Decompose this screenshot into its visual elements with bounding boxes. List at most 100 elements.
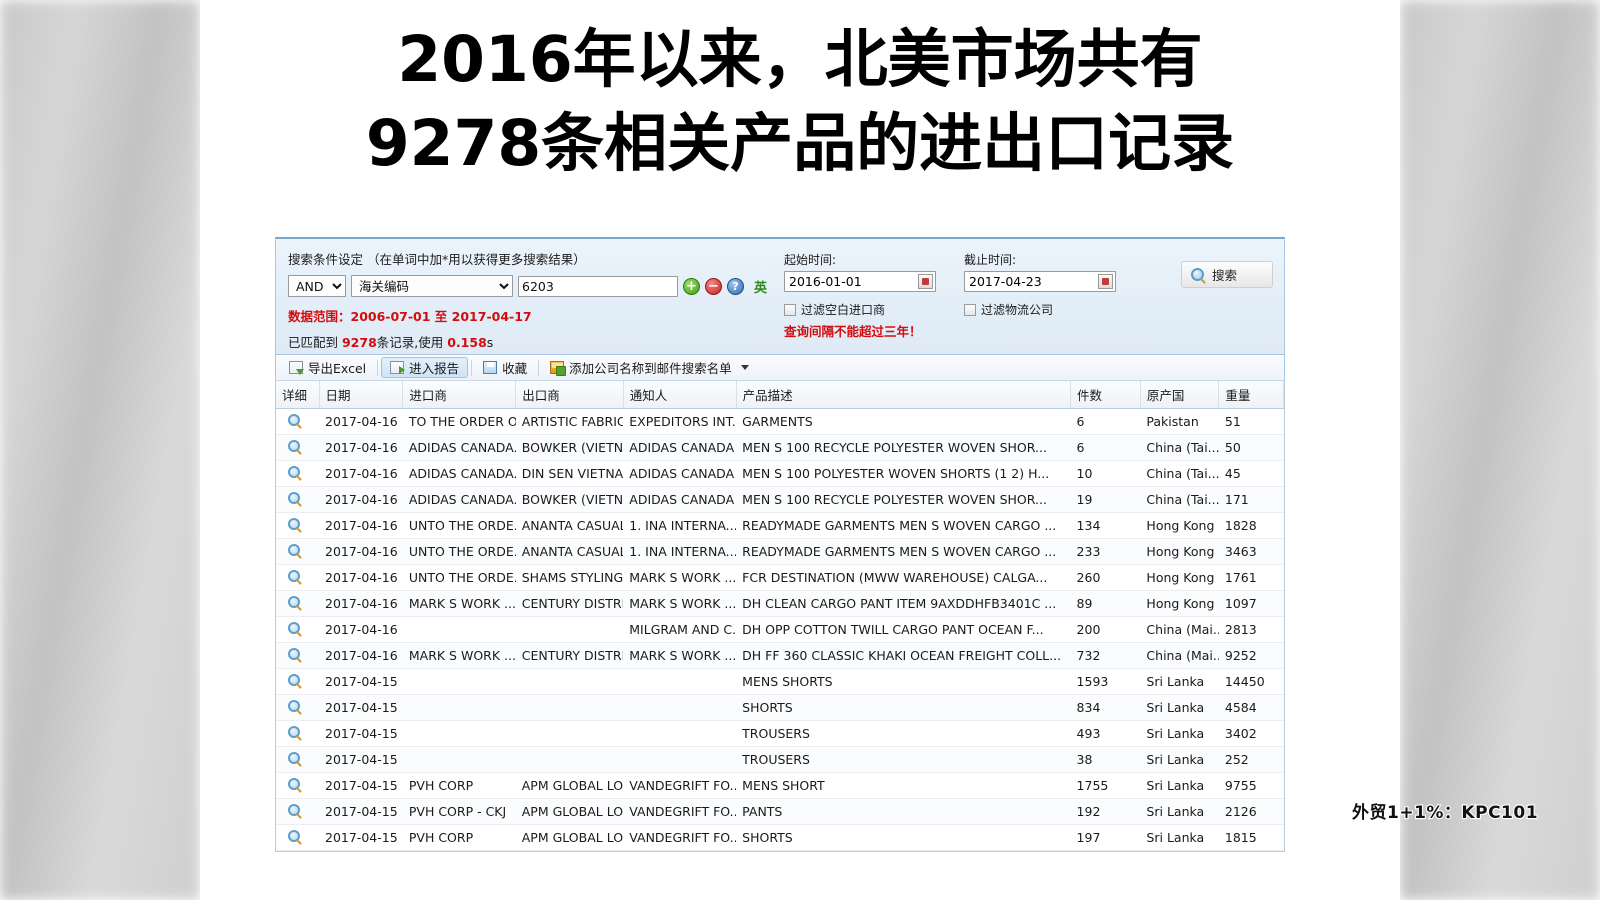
favorite-button[interactable]: 收藏 [475, 357, 535, 378]
filter-blank-importer-row[interactable]: 过滤空白进口商 [784, 301, 936, 318]
col-header-description[interactable]: 产品描述 [736, 381, 1072, 409]
field-select[interactable]: 海关编码 [351, 275, 513, 297]
row-detail-cell[interactable] [276, 512, 319, 539]
keyword-input[interactable] [518, 275, 678, 297]
row-detail-cell[interactable] [276, 824, 319, 851]
row-detail-cell[interactable] [276, 694, 319, 721]
row-detail-cell[interactable] [276, 720, 319, 747]
magnifier-icon[interactable] [288, 622, 300, 634]
magnifier-icon[interactable] [288, 804, 300, 816]
table-row[interactable]: 2017-04-16MARK S WORK ...CENTURY DISTRI.… [276, 590, 1284, 617]
row-description: SHORTS [736, 694, 1071, 721]
row-importer: ADIDAS CANADA... [402, 434, 516, 461]
magnifier-icon[interactable] [288, 674, 300, 686]
col-header-notify[interactable]: 通知人 [623, 381, 737, 409]
magnifier-icon[interactable] [288, 440, 300, 452]
table-row[interactable]: 2017-04-16ADIDAS CANADA...BOWKER (VIETN.… [276, 434, 1284, 461]
col-header-origin[interactable]: 原产国 [1140, 381, 1220, 409]
end-date-input[interactable] [964, 271, 1116, 292]
table-row[interactable]: 2017-04-15 TROUSERS 493 Sri Lanka 3402 [276, 720, 1284, 747]
row-detail-cell[interactable] [276, 564, 319, 591]
start-date-input[interactable] [784, 271, 936, 292]
row-exporter [515, 668, 624, 695]
table-row[interactable]: 2017-04-16TO THE ORDER OFARTISTIC FABRIC… [276, 408, 1284, 435]
row-detail-cell[interactable] [276, 434, 319, 461]
language-toggle-button[interactable]: 英 [754, 277, 767, 296]
row-date: 2017-04-15 [319, 694, 403, 721]
table-row[interactable]: 2017-04-16 MILGRAM AND C... DH OPP COTTON … [276, 616, 1284, 643]
table-row[interactable]: 2017-04-15 MENS SHORTS 1593 Sri Lanka 14450 [276, 668, 1284, 695]
table-row[interactable]: 2017-04-15 PVH CORP APM GLOBAL LO... VANDEG… [276, 772, 1284, 799]
row-weight: 2126 [1218, 798, 1284, 825]
filter-logistics-row[interactable]: 过滤物流公司 [964, 301, 1116, 318]
operator-select[interactable]: AND [288, 275, 346, 297]
col-header-exporter[interactable]: 出口商 [515, 381, 624, 409]
plus-circle-icon[interactable]: + [683, 277, 700, 295]
row-detail-cell[interactable] [276, 538, 319, 565]
toolbar-separator [377, 359, 379, 376]
row-detail-cell[interactable] [276, 668, 319, 695]
magnifier-icon[interactable] [288, 778, 300, 790]
row-detail-cell[interactable] [276, 772, 319, 799]
table-row[interactable]: 2017-04-16 UNTO THE ORDE... SHAMS STYLING … [276, 564, 1284, 591]
table-row[interactable]: 2017-04-16ADIDAS CANADA...BOWKER (VIETN.… [276, 486, 1284, 513]
col-header-importer[interactable]: 进口商 [402, 381, 517, 409]
add-company-to-mail-list-button[interactable]: 添加公司名称到邮件搜索名单 [542, 357, 757, 378]
row-importer: UNTO THE ORDE... [402, 564, 516, 591]
row-detail-cell[interactable] [276, 590, 319, 617]
row-detail-cell[interactable] [276, 798, 319, 825]
table-row[interactable]: 2017-04-15 TROUSERS 38 Sri Lanka 252 [276, 746, 1284, 773]
search-button[interactable]: 搜索 [1181, 261, 1273, 288]
trade-search-app: 搜索条件设定 （在单词中加*用以获得更多搜索结果） AND 海关编码 + − ?… [275, 237, 1285, 852]
row-detail-cell[interactable] [276, 642, 319, 669]
table-row[interactable]: 2017-04-16 ADIDAS CANADA... DIN SEN VIETNA… [276, 460, 1284, 487]
table-row[interactable]: 2017-04-16UNTO THE ORDE...ANANTA CASUAL.… [276, 512, 1284, 539]
table-row[interactable]: 2017-04-15 PVH CORP - CKJ APM GLOBAL LO...… [276, 798, 1284, 825]
export-excel-button[interactable]: 导出Excel [281, 357, 374, 378]
calendar-icon[interactable] [918, 274, 933, 289]
calendar-icon[interactable] [1098, 274, 1113, 289]
row-date: 2017-04-16 [319, 642, 403, 669]
checkbox-icon[interactable] [964, 303, 976, 316]
col-header-date[interactable]: 日期 [319, 381, 404, 409]
minus-circle-icon[interactable]: − [705, 277, 722, 295]
magnifier-icon[interactable] [288, 492, 300, 504]
magnifier-icon[interactable] [288, 726, 300, 738]
help-circle-icon[interactable]: ? [727, 277, 744, 295]
row-description: DH CLEAN CARGO PANT ITEM 9AXDDHFB3401C .… [736, 590, 1071, 617]
col-header-detail[interactable]: 详细 [276, 381, 320, 409]
enter-report-button[interactable]: 进入报告 [381, 357, 469, 378]
magnifier-icon[interactable] [288, 752, 300, 764]
magnifier-icon[interactable] [288, 544, 300, 556]
row-date: 2017-04-16 [319, 512, 403, 539]
checkbox-icon[interactable] [784, 303, 796, 316]
magnifier-icon[interactable] [288, 830, 300, 842]
row-weight: 1815 [1218, 824, 1284, 851]
magnifier-icon[interactable] [288, 570, 300, 582]
chevron-down-icon[interactable] [740, 365, 749, 370]
col-header-quantity[interactable]: 件数 [1070, 381, 1141, 409]
row-detail-cell[interactable] [276, 408, 319, 435]
magnifier-icon[interactable] [288, 596, 300, 608]
magnifier-icon[interactable] [288, 648, 300, 660]
magnifier-icon[interactable] [288, 700, 300, 712]
row-exporter: SHAMS STYLING ... [515, 564, 624, 591]
row-detail-cell[interactable] [276, 616, 319, 643]
magnifier-icon[interactable] [288, 414, 300, 426]
table-row[interactable]: 2017-04-15 PVH CORP APM GLOBAL LO... VANDEG… [276, 824, 1284, 851]
row-detail-cell[interactable] [276, 746, 319, 773]
row-description: SHORTS [736, 824, 1071, 851]
magnifier-icon[interactable] [288, 518, 300, 530]
match-count: 9278 [341, 335, 377, 350]
magnifier-icon[interactable] [288, 466, 300, 478]
row-origin: Hong Kong [1140, 512, 1219, 539]
table-row[interactable]: 2017-04-16MARK S WORK ...CENTURY DISTRI.… [276, 642, 1284, 669]
table-row[interactable]: 2017-04-15 SHORTS 834 Sri Lanka 4584 [276, 694, 1284, 721]
row-detail-cell[interactable] [276, 460, 319, 487]
row-weight: 9755 [1218, 772, 1284, 799]
table-row[interactable]: 2017-04-16UNTO THE ORDE...ANANTA CASUAL.… [276, 538, 1284, 565]
row-detail-cell[interactable] [276, 486, 319, 513]
col-header-weight[interactable]: 重量 [1218, 381, 1284, 409]
report-icon [390, 361, 406, 374]
row-notify [623, 668, 737, 695]
